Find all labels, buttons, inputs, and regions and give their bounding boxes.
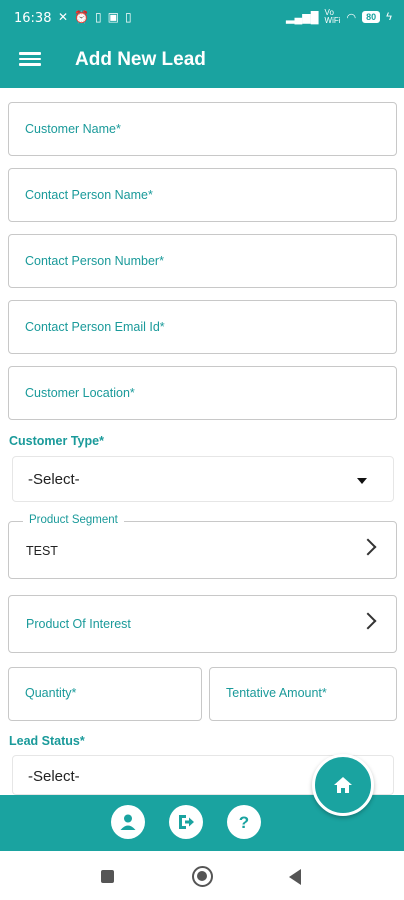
- wifi-icon: ◠: [346, 11, 357, 24]
- product-segment-field[interactable]: Product Segment TEST: [8, 514, 397, 579]
- logout-icon: [179, 815, 194, 829]
- back-triangle-icon[interactable]: [289, 869, 301, 885]
- customer-location-placeholder: Customer Location*: [25, 386, 135, 400]
- network-label: Vo WiFi: [324, 8, 341, 25]
- contact-person-name-field[interactable]: Contact Person Name*: [8, 168, 397, 222]
- product-of-interest-field[interactable]: Product Of Interest: [8, 595, 397, 653]
- sim-icon: ▯: [124, 10, 132, 24]
- system-nav-bar: [0, 851, 404, 900]
- customer-type-select[interactable]: -Select-: [12, 456, 394, 502]
- profile-icon: [120, 814, 136, 830]
- lead-status-label: Lead Status*: [9, 734, 85, 748]
- wifi-off-icon: ✕: [58, 10, 69, 24]
- recent-apps-icon[interactable]: [101, 870, 114, 883]
- contact-person-number-placeholder: Contact Person Number*: [25, 254, 164, 268]
- home-icon: [334, 777, 352, 793]
- contact-person-email-field[interactable]: Contact Person Email Id*: [8, 300, 397, 354]
- contact-person-email-placeholder: Contact Person Email Id*: [25, 320, 165, 334]
- svg-text:?: ?: [239, 813, 249, 832]
- profile-button[interactable]: [111, 805, 145, 839]
- customer-name-field[interactable]: Customer Name*: [8, 102, 397, 156]
- product-of-interest-placeholder: Product Of Interest: [26, 617, 131, 631]
- battery-icon: 80: [362, 11, 381, 23]
- chevron-right-icon: [359, 538, 377, 556]
- status-bar: 16:38 ✕ ⏰ ▯ ▣ ▯ ▂▄▆█ Vo WiFi ◠ 80 ϟ: [0, 0, 404, 36]
- contact-person-name-placeholder: Contact Person Name*: [25, 188, 153, 202]
- customer-name-placeholder: Customer Name*: [25, 122, 121, 136]
- status-system-icons: ▂▄▆█ Vo WiFi ◠ 80 ϟ: [286, 9, 392, 25]
- customer-type-label: Customer Type*: [9, 434, 104, 448]
- status-time: 16:38: [14, 11, 52, 26]
- product-segment-label: Product Segment: [23, 514, 124, 526]
- chevron-right-icon: [359, 612, 377, 630]
- contact-person-number-field[interactable]: Contact Person Number*: [8, 234, 397, 288]
- help-icon: ?: [239, 813, 249, 832]
- home-circle-icon[interactable]: [192, 866, 213, 887]
- product-segment-value: TEST: [26, 544, 58, 558]
- page-title: Add New Lead: [75, 49, 206, 70]
- quantity-placeholder: Quantity*: [25, 686, 77, 700]
- lead-status-value: -Select-: [28, 768, 80, 785]
- alarm-icon: ⏰: [74, 10, 90, 24]
- status-notification-icons: ✕ ⏰ ▯ ▣ ▯: [58, 10, 132, 24]
- customer-type-value: -Select-: [28, 471, 80, 488]
- customer-location-field[interactable]: Customer Location*: [8, 366, 397, 420]
- dropdown-arrow-icon: [357, 478, 367, 484]
- sd-card-icon: ▣: [107, 10, 119, 24]
- help-button[interactable]: ?: [227, 805, 261, 839]
- signal-icon: ▂▄▆█: [286, 11, 319, 24]
- sim-icon: ▯: [95, 10, 102, 24]
- charging-icon: ϟ: [386, 11, 392, 23]
- tentative-amount-field[interactable]: Tentative Amount*: [209, 667, 397, 721]
- logout-button[interactable]: [169, 805, 203, 839]
- app-bar: Add New Lead: [0, 36, 404, 88]
- home-button[interactable]: [312, 754, 374, 816]
- hamburger-menu-icon[interactable]: [19, 49, 41, 71]
- tentative-amount-placeholder: Tentative Amount*: [226, 686, 327, 700]
- quantity-field[interactable]: Quantity*: [8, 667, 202, 721]
